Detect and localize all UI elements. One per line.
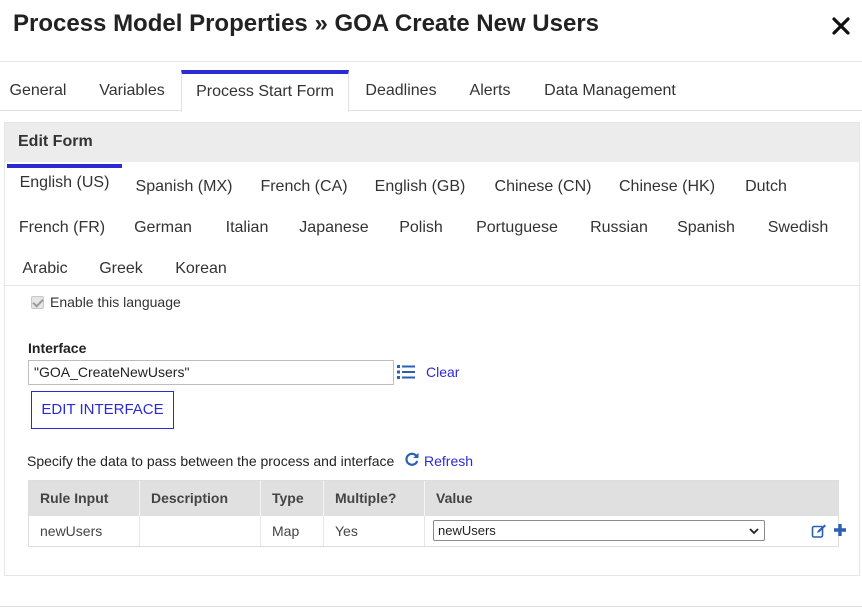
cell-value: newUsers xyxy=(424,516,838,546)
enable-language-row: Enable this language xyxy=(31,293,181,311)
lang-tab-arabic[interactable]: Arabic xyxy=(13,252,77,286)
column-header-rule-input: Rule Input xyxy=(40,490,109,506)
lang-tab-english-us[interactable]: English (US) xyxy=(7,164,122,198)
dialog-title: Process Model Properties » GOA Create Ne… xyxy=(13,10,600,37)
refresh-icon[interactable] xyxy=(404,451,420,467)
tab-variables[interactable]: Variables xyxy=(86,70,178,111)
lang-tab-korean[interactable]: Korean xyxy=(167,252,235,286)
panel-header: Edit Form xyxy=(5,123,859,162)
enable-language-label: Enable this language xyxy=(50,294,181,310)
lang-tab-greek[interactable]: Greek xyxy=(92,252,150,286)
lang-tab-japanese[interactable]: Japanese xyxy=(293,211,375,245)
lang-tab-swedish[interactable]: Swedish xyxy=(759,211,837,245)
tab-alerts[interactable]: Alerts xyxy=(460,70,520,111)
cell-description xyxy=(139,516,260,546)
chevron-down-icon xyxy=(749,528,759,535)
lang-tab-italian[interactable]: Italian xyxy=(217,211,277,245)
column-header-value: Value xyxy=(424,481,838,516)
lang-tab-russian[interactable]: Russian xyxy=(583,211,655,245)
dialog-title-bar: Process Model Properties » GOA Create Ne… xyxy=(0,0,862,62)
footer-divider xyxy=(0,606,862,607)
column-header-description: Description xyxy=(139,481,260,516)
lang-tab-dutch[interactable]: Dutch xyxy=(736,170,796,204)
process-model-properties-dialog: Process Model Properties » GOA Create Ne… xyxy=(0,0,862,608)
tab-general[interactable]: General xyxy=(0,70,76,111)
interface-label: Interface xyxy=(28,340,87,356)
interface-input[interactable]: "GOA_CreateNewUsers" xyxy=(28,360,394,385)
lang-tab-spanish-mx[interactable]: Spanish (MX) xyxy=(131,170,237,204)
lang-tab-polish[interactable]: Polish xyxy=(391,211,451,245)
list-icon[interactable] xyxy=(396,363,416,381)
edit-icon[interactable] xyxy=(811,523,827,539)
lang-tab-english-gb[interactable]: English (GB) xyxy=(370,170,470,204)
clear-link[interactable]: Clear xyxy=(426,364,459,380)
language-tabs-divider xyxy=(5,285,859,286)
value-select[interactable]: newUsers xyxy=(433,520,765,541)
lang-tab-chinese-hk[interactable]: Chinese (HK) xyxy=(612,170,722,204)
edit-interface-button[interactable]: EDIT INTERFACE xyxy=(31,391,174,429)
enable-language-checkbox[interactable] xyxy=(31,295,44,309)
panel-header-title: Edit Form xyxy=(18,133,93,150)
lang-tab-chinese-cn[interactable]: Chinese (CN) xyxy=(488,170,598,204)
lang-tab-french-fr[interactable]: French (FR) xyxy=(13,211,111,245)
add-icon[interactable] xyxy=(833,523,847,537)
tab-process-start-form[interactable]: Process Start Form xyxy=(181,70,349,112)
refresh-link[interactable]: Refresh xyxy=(424,453,473,469)
edit-form-panel: Edit Form English (US) Spanish (MX) Fren… xyxy=(4,122,860,576)
specify-data-text: Specify the data to pass between the pro… xyxy=(27,453,395,469)
tab-deadlines[interactable]: Deadlines xyxy=(356,70,446,111)
cell-type: Map xyxy=(260,516,323,546)
close-icon[interactable] xyxy=(830,15,852,37)
main-tab-bar: General Variables Process Start Form Dea… xyxy=(0,70,862,112)
column-header-type: Type xyxy=(260,481,323,516)
cell-multiple: Yes xyxy=(323,516,424,546)
value-select-text: newUsers xyxy=(438,523,496,538)
lang-tab-spanish[interactable]: Spanish xyxy=(671,211,741,245)
lang-tab-french-ca[interactable]: French (CA) xyxy=(256,170,352,204)
tab-data-management[interactable]: Data Management xyxy=(534,70,686,111)
table-header: Rule Input Description Type Multiple? Va… xyxy=(29,481,838,516)
lang-tab-portuguese[interactable]: Portuguese xyxy=(467,211,567,245)
table-row: newUsers Map Yes newUsers xyxy=(29,516,846,546)
cell-rule-input: newUsers xyxy=(40,523,103,539)
rule-input-table: Rule Input Description Type Multiple? Va… xyxy=(28,480,846,547)
column-header-multiple: Multiple? xyxy=(323,481,424,516)
lang-tab-german[interactable]: German xyxy=(126,211,200,245)
